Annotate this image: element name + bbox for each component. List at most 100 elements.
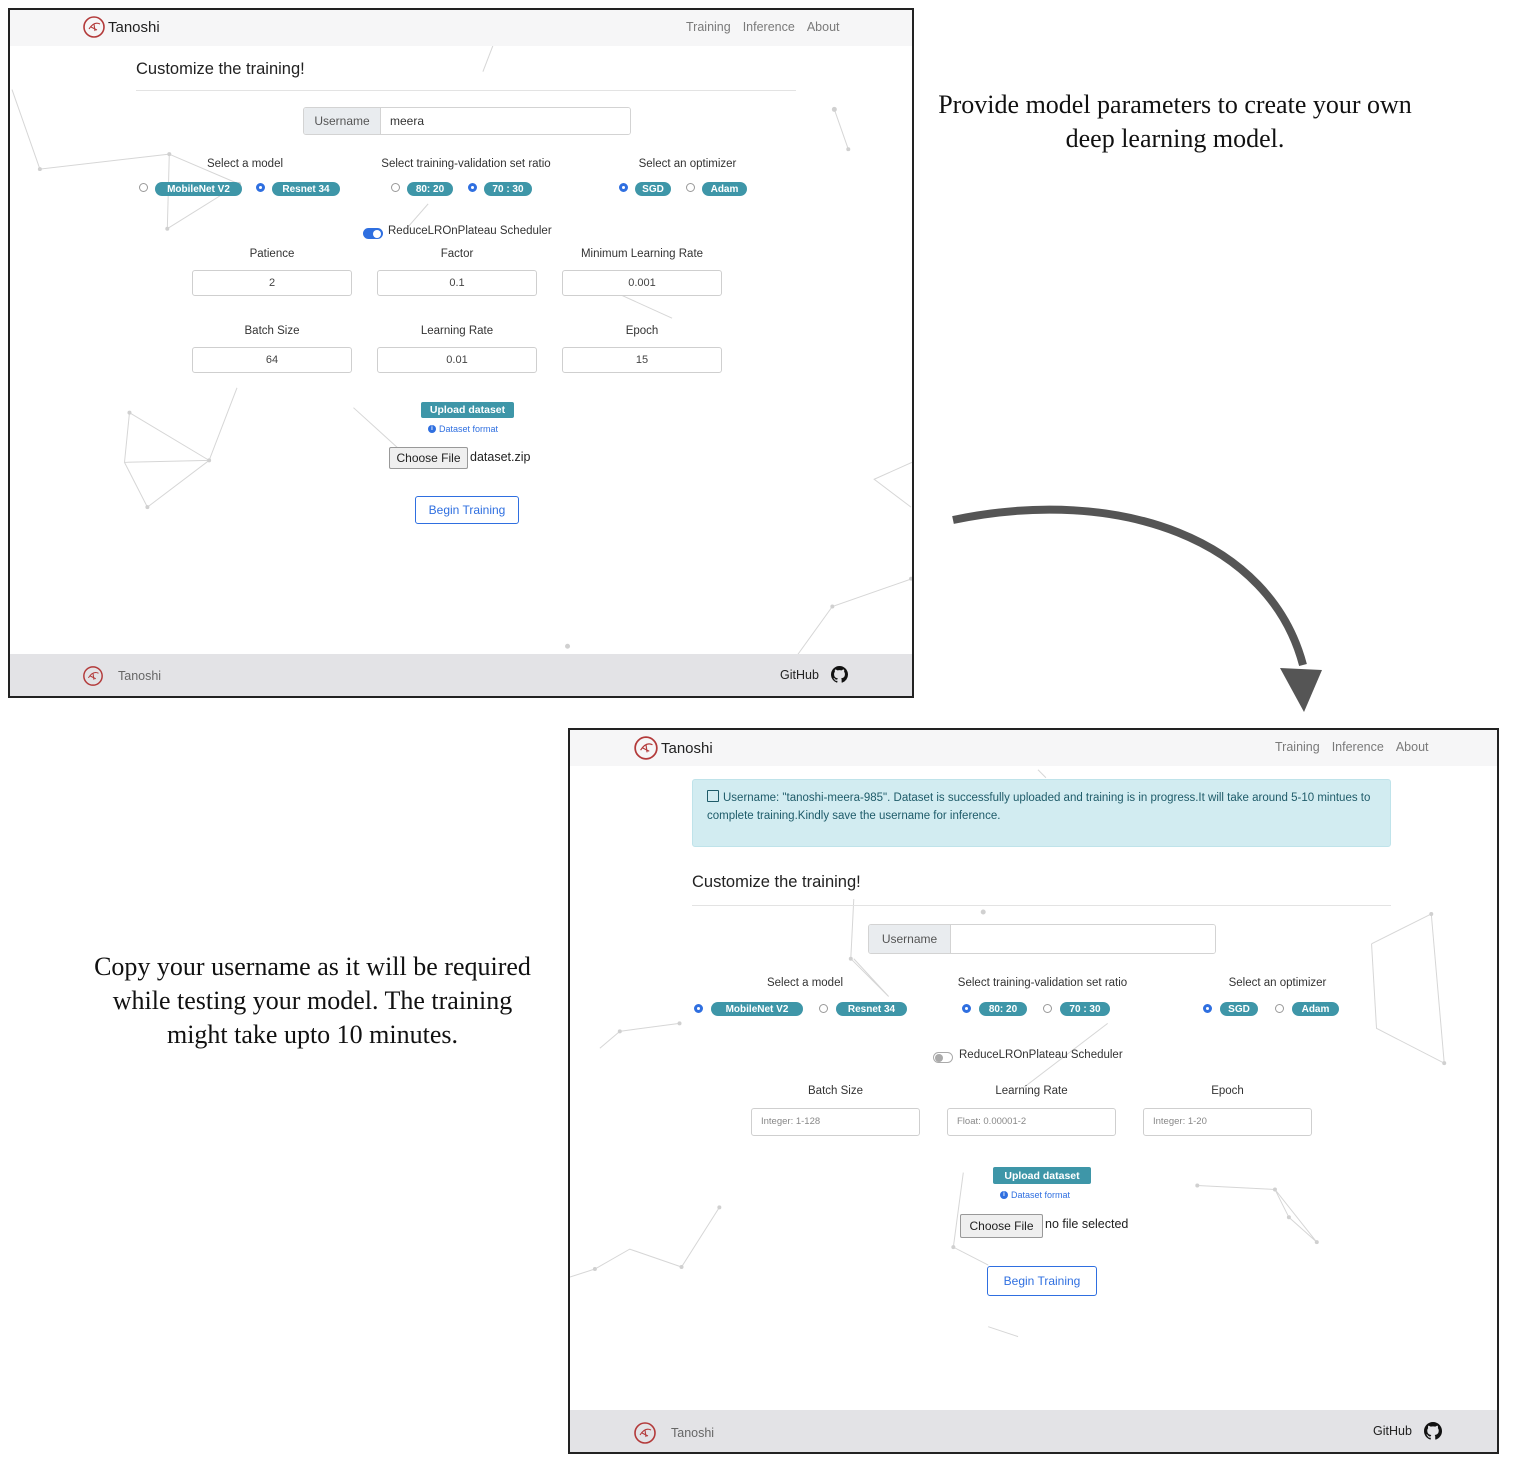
radio-sgd[interactable] bbox=[1203, 1004, 1212, 1013]
success-alert: Username: "tanoshi-meera-985". Dataset i… bbox=[692, 779, 1391, 847]
scheduler-label: ReduceLROnPlateau Scheduler bbox=[959, 1049, 1123, 1061]
training-form-screenshot-after: Tanoshi Training Inference About Usernam… bbox=[568, 728, 1499, 1454]
github-link[interactable]: GitHub bbox=[780, 666, 848, 683]
batch-size-label: Batch Size bbox=[808, 1085, 863, 1097]
model-label: Select a model bbox=[766, 977, 844, 989]
choose-file-button[interactable]: Choose File bbox=[389, 447, 468, 469]
pill-adam[interactable]: Adam bbox=[702, 182, 747, 196]
title-divider bbox=[136, 90, 796, 91]
tanoshi-logo-icon bbox=[83, 16, 105, 38]
pill-80-20[interactable]: 80: 20 bbox=[979, 1002, 1027, 1016]
github-link[interactable]: GitHub bbox=[1373, 1422, 1442, 1440]
page-title: Customize the training! bbox=[136, 60, 305, 78]
patience-label: Patience bbox=[249, 248, 295, 260]
radio-adam[interactable] bbox=[1275, 1004, 1284, 1013]
radio-80-20[interactable] bbox=[962, 1004, 971, 1013]
footer-brand-name: Tanoshi bbox=[118, 669, 162, 683]
tanoshi-logo-icon bbox=[634, 736, 658, 760]
learning-rate-input[interactable]: 0.01 bbox=[377, 347, 537, 373]
radio-sgd[interactable] bbox=[619, 183, 628, 192]
username-group: Username bbox=[868, 924, 1216, 954]
scheduler-toggle[interactable] bbox=[933, 1052, 953, 1063]
dataset-format-link[interactable]: i Dataset format bbox=[1000, 1190, 1070, 1200]
radio-resnet[interactable] bbox=[819, 1004, 828, 1013]
nav-about[interactable]: About bbox=[1396, 740, 1429, 754]
footer-brand[interactable]: Tanoshi bbox=[633, 1421, 714, 1445]
nav-about[interactable]: About bbox=[807, 20, 840, 34]
min-lr-label: Minimum Learning Rate bbox=[580, 248, 704, 260]
brand[interactable]: Tanoshi bbox=[633, 735, 713, 761]
title-divider bbox=[692, 905, 1391, 906]
pill-mobilenet[interactable]: MobileNet V2 bbox=[711, 1002, 803, 1016]
batch-size-label: Batch Size bbox=[244, 325, 300, 337]
nav-inference[interactable]: Inference bbox=[1332, 740, 1384, 754]
nav-links: Training Inference About bbox=[1275, 740, 1429, 754]
batch-size-input[interactable]: 64 bbox=[192, 347, 352, 373]
caption-top: Provide model parameters to create your … bbox=[938, 90, 1412, 153]
radio-80-20[interactable] bbox=[391, 183, 400, 192]
epoch-input[interactable]: 15 bbox=[562, 347, 722, 373]
pill-70-30[interactable]: 70 : 30 bbox=[1060, 1002, 1110, 1016]
info-icon: i bbox=[428, 425, 436, 433]
batch-size-input[interactable]: Integer: 1-128 bbox=[751, 1108, 920, 1136]
pill-mobilenet[interactable]: MobileNet V2 bbox=[155, 182, 242, 196]
pill-80-20[interactable]: 80: 20 bbox=[407, 182, 453, 196]
epoch-label: Epoch bbox=[625, 325, 659, 337]
nav-training[interactable]: Training bbox=[1275, 740, 1320, 754]
github-label: GitHub bbox=[780, 667, 819, 682]
brand[interactable]: Tanoshi bbox=[82, 15, 160, 39]
upload-dataset-badge: Upload dataset bbox=[993, 1167, 1091, 1184]
dataset-format-text: Dataset format bbox=[439, 424, 499, 434]
edit-icon bbox=[707, 790, 719, 802]
scheduler-toggle[interactable] bbox=[363, 228, 383, 239]
begin-training-button[interactable]: Begin Training bbox=[987, 1266, 1097, 1296]
github-label: GitHub bbox=[1373, 1424, 1412, 1438]
pill-resnet[interactable]: Resnet 34 bbox=[272, 182, 340, 196]
nav-training[interactable]: Training bbox=[686, 20, 731, 34]
model-label: Select a model bbox=[206, 158, 284, 170]
training-form-screenshot-before: Tanoshi Training Inference About Customi… bbox=[8, 8, 914, 698]
radio-70-30[interactable] bbox=[1043, 1004, 1052, 1013]
learning-rate-input[interactable]: Float: 0.00001-2 bbox=[947, 1108, 1116, 1136]
pill-sgd[interactable]: SGD bbox=[1220, 1002, 1258, 1016]
pill-resnet[interactable]: Resnet 34 bbox=[836, 1002, 907, 1016]
radio-adam[interactable] bbox=[686, 183, 695, 192]
radio-mobilenet[interactable] bbox=[694, 1004, 703, 1013]
tanoshi-logo-icon bbox=[83, 666, 103, 686]
min-lr-input[interactable]: 0.001 bbox=[562, 270, 722, 296]
pill-adam[interactable]: Adam bbox=[1292, 1002, 1339, 1016]
footer-brand[interactable]: Tanoshi bbox=[82, 665, 161, 687]
learning-rate-label: Learning Rate bbox=[420, 325, 494, 337]
ratio-label: Select training-validation set ratio bbox=[381, 158, 551, 170]
tanoshi-logo-icon bbox=[634, 1422, 656, 1444]
radio-70-30[interactable] bbox=[468, 183, 477, 192]
curved-arrow-icon bbox=[952, 505, 1322, 712]
github-icon bbox=[830, 666, 848, 683]
page-title: Customize the training! bbox=[692, 873, 861, 891]
epoch-label: Epoch bbox=[1211, 1085, 1244, 1097]
brand-name: Tanoshi bbox=[108, 18, 160, 36]
pill-sgd[interactable]: SGD bbox=[635, 182, 671, 196]
learning-rate-label: Learning Rate bbox=[995, 1085, 1068, 1097]
dataset-format-link[interactable]: i Dataset format bbox=[428, 424, 498, 434]
ratio-label: Select training-validation set ratio bbox=[957, 977, 1128, 989]
choose-file-button[interactable]: Choose File bbox=[960, 1214, 1043, 1238]
optimizer-label: Select an optimizer bbox=[638, 158, 737, 170]
username-input[interactable] bbox=[381, 108, 630, 134]
username-input[interactable] bbox=[951, 925, 1215, 953]
info-icon: i bbox=[1000, 1191, 1008, 1199]
radio-mobilenet[interactable] bbox=[139, 183, 148, 192]
footer-brand-name: Tanoshi bbox=[671, 1426, 715, 1440]
nav-links: Training Inference About bbox=[686, 20, 840, 34]
pill-70-30[interactable]: 70 : 30 bbox=[484, 182, 532, 196]
username-group: Username bbox=[303, 107, 631, 135]
file-name: no file selected bbox=[1045, 1217, 1129, 1231]
optimizer-label: Select an optimizer bbox=[1228, 977, 1327, 989]
begin-training-button[interactable]: Begin Training bbox=[415, 496, 519, 524]
patience-input[interactable]: 2 bbox=[192, 270, 352, 296]
username-label: Username bbox=[869, 925, 951, 953]
epoch-input[interactable]: Integer: 1-20 bbox=[1143, 1108, 1312, 1136]
factor-input[interactable]: 0.1 bbox=[377, 270, 537, 296]
radio-resnet[interactable] bbox=[256, 183, 265, 192]
nav-inference[interactable]: Inference bbox=[743, 20, 795, 34]
